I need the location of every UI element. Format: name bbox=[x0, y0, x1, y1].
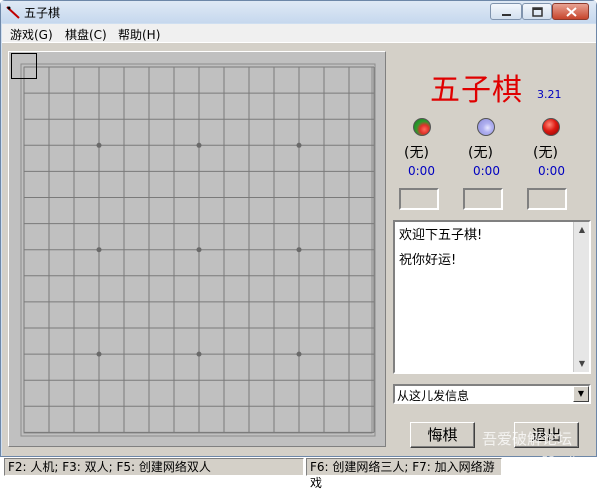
message-line: 祝你好运! bbox=[399, 253, 457, 268]
star-point bbox=[196, 142, 202, 148]
send-message-input[interactable]: 从这儿发信息 bbox=[397, 387, 469, 404]
minimize-icon bbox=[502, 14, 511, 16]
app-icon bbox=[6, 6, 20, 19]
undo-button[interactable]: 悔棋 bbox=[410, 422, 475, 448]
menu-game[interactable]: 游戏(G) bbox=[10, 26, 53, 43]
minimize-button[interactable] bbox=[490, 3, 522, 20]
star-point bbox=[296, 351, 302, 357]
close-button[interactable] bbox=[552, 3, 589, 20]
board-grid[interactable] bbox=[9, 52, 385, 446]
maximize-icon bbox=[532, 7, 543, 17]
player3-time: 0:00 bbox=[538, 164, 565, 178]
maximize-button[interactable] bbox=[522, 3, 552, 20]
status-hint-left: F2: 人机; F3: 双人; F5: 创建网络双人 bbox=[4, 458, 304, 476]
menu-bar: 游戏(G) 棋盘(C) 帮助(H) bbox=[2, 24, 596, 43]
player2-name: (无) bbox=[468, 145, 493, 161]
star-point bbox=[96, 247, 102, 253]
player3-name: (无) bbox=[533, 145, 558, 161]
scroll-down-icon[interactable]: ▼ bbox=[574, 356, 590, 372]
star-point bbox=[296, 142, 302, 148]
player1-time: 0:00 bbox=[408, 164, 435, 178]
player1-stone-icon bbox=[413, 118, 431, 136]
gomoku-board[interactable] bbox=[8, 51, 386, 447]
status-hint-right: F6: 创建网络三人; F7: 加入网络游戏 bbox=[306, 458, 502, 490]
version-label: 3.21 bbox=[537, 88, 562, 101]
player2-time: 0:00 bbox=[473, 164, 500, 178]
message-line: 欢迎下五子棋! bbox=[399, 228, 483, 243]
player3-box bbox=[527, 188, 567, 210]
send-message-combo[interactable]: 从这儿发信息 ▼ bbox=[393, 384, 591, 404]
close-icon bbox=[566, 7, 577, 17]
message-log[interactable]: 欢迎下五子棋! 祝你好运! ▲ ▼ bbox=[393, 220, 591, 374]
star-point bbox=[196, 247, 202, 253]
client-area: 游戏(G) 棋盘(C) 帮助(H) 五子棋 3.21 (无) (无) (无) 0… bbox=[2, 24, 599, 490]
player3-stone-icon bbox=[542, 118, 560, 136]
message-scrollbar[interactable]: ▲ ▼ bbox=[573, 222, 589, 372]
game-title: 五子棋 bbox=[430, 73, 523, 108]
watermark-text: 吾爱破解论坛 bbox=[482, 430, 573, 448]
star-point bbox=[296, 247, 302, 253]
player1-name: (无) bbox=[404, 145, 429, 161]
window-title: 五子棋 bbox=[24, 6, 61, 20]
star-point bbox=[196, 351, 202, 357]
star-point bbox=[96, 351, 102, 357]
player2-stone-icon bbox=[477, 118, 495, 136]
menu-board[interactable]: 棋盘(C) bbox=[65, 26, 107, 43]
star-point bbox=[96, 142, 102, 148]
watermark-url: www.52pojie.cn bbox=[512, 454, 599, 467]
board-cursor bbox=[11, 53, 37, 79]
scroll-up-icon[interactable]: ▲ bbox=[574, 222, 590, 238]
chevron-down-icon[interactable]: ▼ bbox=[573, 386, 589, 402]
menu-help[interactable]: 帮助(H) bbox=[118, 26, 160, 43]
player1-box bbox=[399, 188, 439, 210]
player2-box bbox=[463, 188, 503, 210]
